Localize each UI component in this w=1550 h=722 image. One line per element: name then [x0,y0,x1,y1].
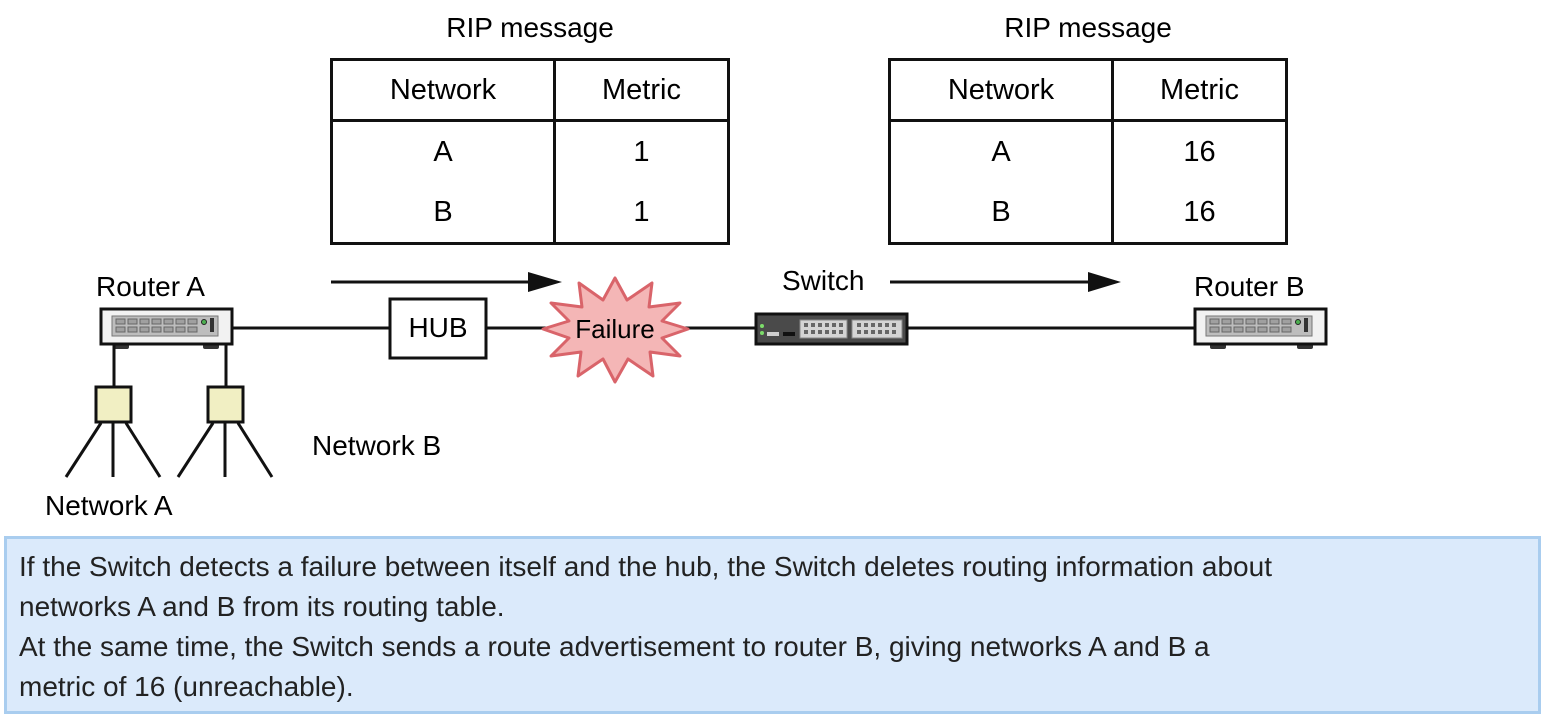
switch-icon [754,312,909,346]
router-b-icon [1193,307,1328,349]
failure-label: Failure [575,314,655,344]
router-a-icon [99,307,234,349]
arrow-right-icon [890,272,1121,292]
hub-node-icon [206,385,245,424]
description-box: If the Switch detects a failure between … [4,536,1541,714]
router-b-label: Router B [1194,271,1305,302]
hub-label: HUB [408,312,468,343]
switch-label: Switch [782,265,865,296]
description-line: metric of 16 (unreachable). [19,671,354,702]
router-a-label: Router A [96,271,205,302]
description-line: If the Switch detects a failure between … [19,551,1272,582]
hub-node-icon [94,385,133,424]
network-b-label: Network B [312,430,442,461]
host-lines [64,422,274,478]
description-line: At the same time, the Switch sends a rou… [19,631,1210,662]
description-line: networks A and B from its routing table. [19,591,505,622]
network-diagram [64,272,1328,478]
arrow-right-icon [331,272,562,292]
network-a-label: Network A [45,490,173,521]
